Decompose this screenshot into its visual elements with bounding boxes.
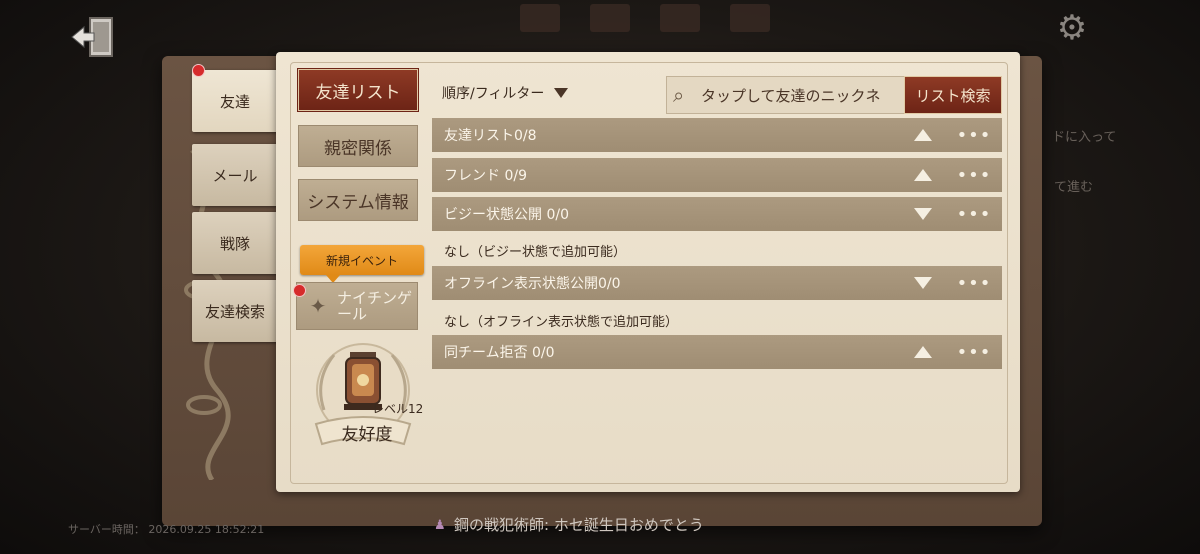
section-title: オフライン表示状態公開0/0 [444, 276, 621, 292]
exit-button[interactable] [68, 12, 120, 64]
more-options-icon[interactable]: ••• [954, 342, 994, 363]
section-header[interactable]: ビジー状態公開 0/0 ••• [432, 197, 1002, 231]
tab-mail[interactable]: メール [192, 144, 278, 206]
background-hint: て進む [1054, 180, 1094, 195]
empty-message: なし（ビジー状態で追加可能） [444, 245, 627, 260]
nightingale-emblem-icon: ✦ [309, 294, 327, 318]
collapse-arrow-icon[interactable] [914, 169, 932, 181]
friend-list-button[interactable]: 友達リスト [297, 68, 419, 112]
intimacy-button[interactable]: 親密関係 [298, 125, 418, 167]
section-title: フレンド 0/9 [444, 168, 527, 184]
search-input[interactable]: ⌕ タップして友達のニックネ [666, 76, 906, 114]
news-ticker: ♟ 鋼の戦犯術師: ホセ誕生日おめでとう [434, 514, 704, 535]
nightingale-label: ナイチンゲール [337, 289, 413, 323]
tab-label: 友達 [219, 92, 250, 111]
more-options-icon[interactable]: ••• [954, 125, 994, 146]
tab-label: 友達検索 [204, 302, 265, 321]
gear-icon[interactable]: ⚙ [1054, 10, 1090, 46]
expand-arrow-icon[interactable] [914, 277, 932, 289]
section-title: ビジー状態公開 0/0 [444, 207, 569, 223]
section-title: 同チーム拒否 0/0 [444, 345, 555, 361]
collapse-arrow-icon[interactable] [914, 346, 932, 358]
section-header[interactable]: オフライン表示状態公開0/0 ••• [432, 266, 1002, 300]
list-search-button[interactable]: リスト検索 [904, 76, 1002, 114]
new-event-badge: 新規イベント [300, 245, 424, 283]
nightingale-button[interactable]: ✦ ナイチンゲール [296, 282, 418, 330]
notification-dot [293, 284, 306, 297]
section-header[interactable]: 友達リスト0/8 ••• [432, 118, 1002, 152]
section-header[interactable]: フレンド 0/9 ••• [432, 158, 1002, 192]
background-hint: ドに入って [1052, 130, 1117, 145]
event-badge-label: 新規イベント [325, 253, 398, 268]
section-header[interactable]: 同チーム拒否 0/0 ••• [432, 335, 1002, 369]
section-title: 友達リスト0/8 [444, 128, 537, 144]
tab-label: 戦隊 [219, 234, 250, 253]
top-hud-strip [520, 0, 1080, 36]
system-info-label: システム情報 [307, 192, 409, 213]
more-options-icon[interactable]: ••• [954, 204, 994, 225]
tab-friend-search[interactable]: 友達検索 [192, 280, 278, 342]
tab-label: メール [212, 166, 258, 185]
friend-list-label: 友達リスト [315, 82, 401, 103]
more-options-icon[interactable]: ••• [954, 273, 994, 294]
tab-friends[interactable]: 友達 [192, 70, 278, 132]
empty-message: なし（オフライン表示状態で追加可能） [444, 315, 679, 330]
filter-label: 順序/フィルター [442, 86, 545, 102]
search-icon: ⌕ [673, 83, 685, 107]
search-button-label: リスト検索 [915, 86, 991, 105]
person-icon: ♟ [434, 517, 446, 533]
sort-filter-dropdown[interactable]: 順序/フィルター [442, 83, 569, 103]
dropdown-triangle-icon [554, 88, 569, 98]
collapse-arrow-icon[interactable] [914, 129, 932, 141]
expand-arrow-icon[interactable] [914, 208, 932, 220]
server-time: サーバー時間： 2026.09.25 18:52:21 [68, 523, 265, 536]
tab-squad[interactable]: 戦隊 [192, 212, 278, 274]
intimacy-label: 親密関係 [324, 138, 392, 159]
ticker-text: 鋼の戦犯術師: ホセ誕生日おめでとう [454, 516, 704, 534]
system-info-button[interactable]: システム情報 [298, 179, 418, 221]
exit-door-icon [71, 17, 113, 57]
more-options-icon[interactable]: ••• [954, 165, 994, 186]
notification-dot [192, 64, 205, 77]
affinity-label: 友好度 [341, 425, 393, 445]
search-placeholder: タップして友達のニックネ [701, 86, 881, 105]
affinity-level: レベル12 [372, 402, 424, 416]
